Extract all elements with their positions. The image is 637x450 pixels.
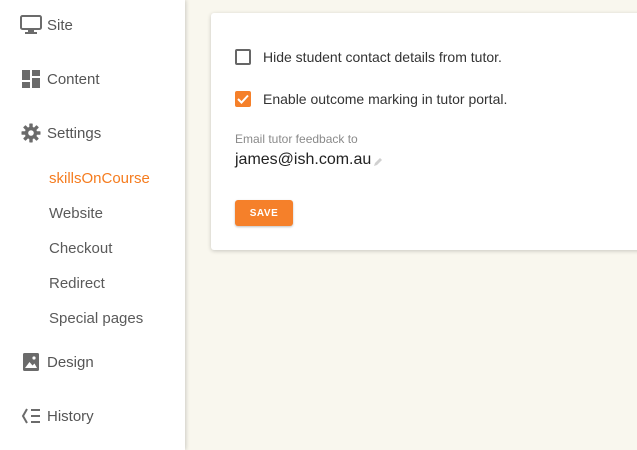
edit-pencil-icon[interactable]: [373, 157, 383, 167]
sidebar-subitem-checkout[interactable]: Checkout: [49, 236, 112, 260]
hide-contact-label: Hide student contact details from tutor.: [263, 49, 502, 65]
gear-icon: [20, 122, 42, 144]
check-icon: [237, 94, 249, 104]
save-button[interactable]: SAVE: [235, 200, 293, 226]
email-feedback-field[interactable]: james@ish.com.au: [235, 151, 383, 169]
monitor-icon: [20, 14, 42, 36]
enable-outcome-checkbox[interactable]: [235, 91, 251, 107]
settings-card: Hide student contact details from tutor.…: [211, 13, 637, 250]
email-feedback-value: james@ish.com.au: [235, 151, 372, 168]
sidebar-item-design[interactable]: Design: [0, 347, 185, 377]
image-icon: [20, 351, 42, 373]
sidebar: Site Content Settings skillsOnCourse Web…: [0, 0, 185, 450]
sidebar-item-history[interactable]: History: [0, 401, 185, 431]
sidebar-subitem-website[interactable]: Website: [49, 201, 103, 225]
sidebar-subitem-skillsoncourse[interactable]: skillsOnCourse: [49, 166, 150, 190]
sidebar-subitem-redirect[interactable]: Redirect: [49, 271, 105, 295]
enable-outcome-row: Enable outcome marking in tutor portal.: [235, 91, 507, 107]
sidebar-item-settings[interactable]: Settings: [0, 118, 185, 148]
enable-outcome-label: Enable outcome marking in tutor portal.: [263, 91, 508, 107]
sidebar-item-label: History: [47, 407, 94, 425]
sidebar-item-site[interactable]: Site: [0, 10, 185, 40]
hide-contact-checkbox[interactable]: [235, 49, 251, 65]
sidebar-item-content[interactable]: Content: [0, 64, 185, 94]
sidebar-item-label: Design: [47, 353, 94, 371]
history-icon: [20, 405, 42, 427]
sidebar-item-label: Site: [47, 16, 73, 34]
hide-contact-row: Hide student contact details from tutor.: [235, 49, 502, 65]
email-feedback-label: Email tutor feedback to: [235, 132, 358, 146]
sidebar-item-label: Settings: [47, 124, 102, 142]
dashboard-icon: [20, 68, 42, 90]
sidebar-subitem-special-pages[interactable]: Special pages: [49, 306, 143, 330]
sidebar-item-label: Content: [47, 70, 100, 88]
